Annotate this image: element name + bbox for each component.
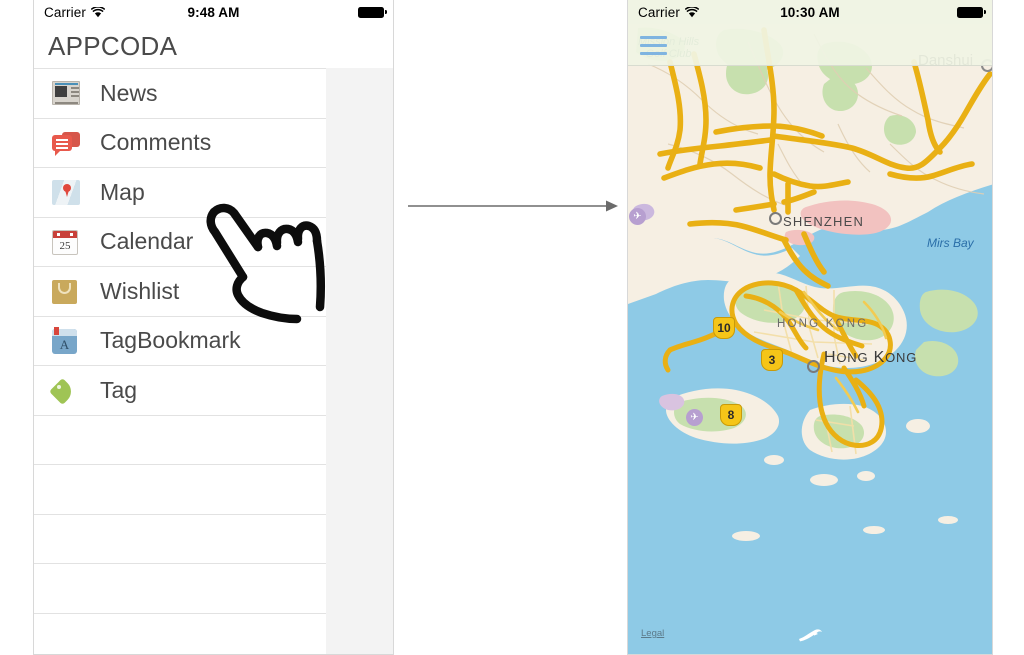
left-menu-strip <box>324 24 393 654</box>
hamburger-line <box>640 44 667 47</box>
bookmark-letter: A <box>59 336 70 352</box>
hamburger-icon[interactable] <box>640 36 667 55</box>
route-shield-3: 3 <box>761 349 783 371</box>
status-bar-time: 10:30 AM <box>780 4 840 20</box>
sidebar-item-wishlist[interactable]: Wishlist <box>34 266 326 316</box>
route-shield-10: 10 <box>713 317 735 339</box>
map-canvas <box>628 24 992 654</box>
sidebar-item-label: News <box>100 79 158 106</box>
left-phone-screen: Carrier 9:48 AM APPCODA News Comments Ma… <box>33 0 394 655</box>
city-dot-shenzhen <box>769 212 782 225</box>
map-view[interactable]: Mission Hills Golf Club Danshui SHENZHEN… <box>628 24 992 654</box>
comparison-figure: Carrier 9:48 AM APPCODA News Comments Ma… <box>0 0 1024 655</box>
flow-arrow <box>408 200 618 212</box>
sidebar-item-comments[interactable]: Comments <box>34 117 326 168</box>
shopping-bag-icon <box>52 276 82 306</box>
news-icon <box>52 78 82 108</box>
left-phone-body: APPCODA News Comments Map 25 Calendar Wi… <box>34 24 393 655</box>
route-shield-8: 8 <box>720 404 742 426</box>
right-phone-screen: Carrier 10:30 AM SHENZHEN Mirs Bay HONG … <box>627 0 993 655</box>
list-item <box>34 612 326 655</box>
sidebar-item-label: Tag <box>100 376 138 403</box>
left-status-bar: Carrier 9:48 AM <box>34 0 393 24</box>
calendar-icon: 25 <box>52 227 82 257</box>
tag-icon <box>49 375 82 406</box>
list-item <box>34 464 326 514</box>
calendar-day-number: 25 <box>59 239 71 252</box>
sidebar-item-news[interactable]: News <box>34 68 326 118</box>
sidebar-item-label-bookmark: Bookmark <box>137 327 241 354</box>
hamburger-line <box>640 36 667 39</box>
page-title: APPCODA <box>48 31 178 61</box>
sidebar-item-map[interactable]: Map <box>34 167 326 217</box>
list-item <box>34 513 326 564</box>
bookmark-icon: A <box>52 326 82 356</box>
battery-icon <box>957 6 986 18</box>
status-bar-right <box>957 6 986 18</box>
status-bar-right <box>358 6 387 18</box>
compass-icon[interactable] <box>797 627 823 643</box>
list-item <box>34 563 326 613</box>
battery-icon <box>358 6 387 18</box>
map-icon <box>52 177 82 207</box>
sidebar-item-tag[interactable]: Tag <box>34 365 326 415</box>
comments-icon <box>52 128 82 158</box>
right-nav-bar <box>628 24 992 66</box>
sidebar-item-label: Comments <box>100 129 212 156</box>
sidebar-item-label: Calendar <box>100 228 194 255</box>
sidebar-item-label: Map <box>100 178 145 205</box>
airport-icon: ✈ <box>629 208 646 225</box>
right-status-bar: Carrier 10:30 AM <box>628 0 992 24</box>
sidebar-item-label: Tag <box>100 327 138 354</box>
hamburger-line <box>640 52 667 55</box>
legal-link[interactable]: Legal <box>641 628 664 639</box>
sidebar-item-label: Wishlist <box>100 277 180 304</box>
list-item <box>34 414 326 465</box>
city-dot-hong-kong <box>807 360 820 373</box>
sidebar-menu-list: News Comments Map 25 Calendar Wishlist A… <box>34 68 326 655</box>
airport-icon: ✈ <box>686 409 703 426</box>
sidebar-item-calendar[interactable]: 25 Calendar <box>34 216 326 267</box>
sidebar-item-bookmark[interactable]: A Tag Bookmark <box>34 315 326 366</box>
left-nav-bar: APPCODA <box>34 24 393 68</box>
status-bar-time: 9:48 AM <box>187 4 240 20</box>
